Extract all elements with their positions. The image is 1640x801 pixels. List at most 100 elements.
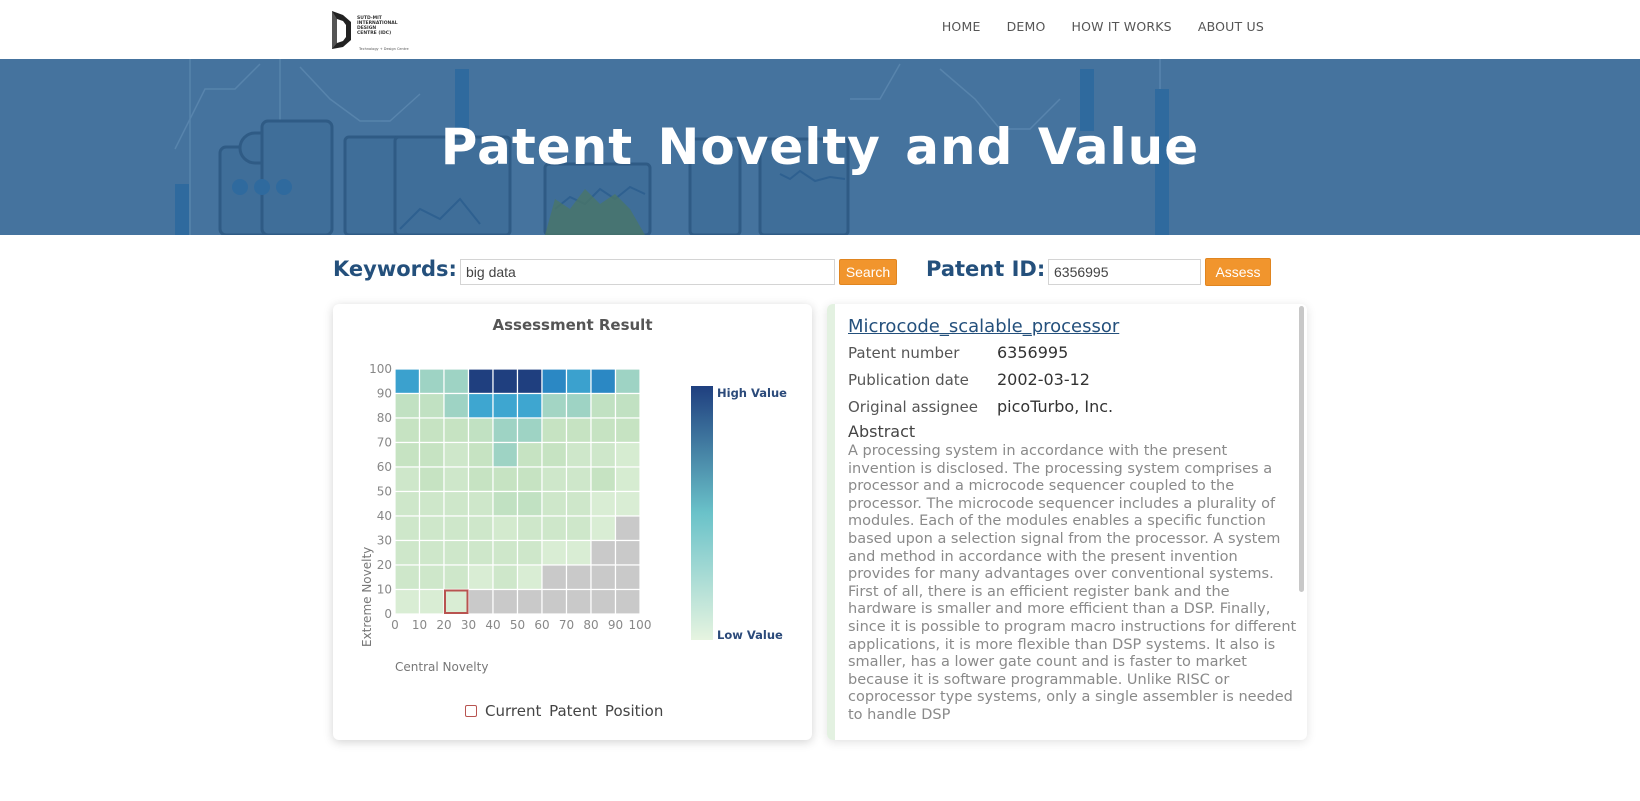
heatmap-cell xyxy=(394,588,421,615)
heatmap-cell xyxy=(443,441,470,468)
heatmap-cell xyxy=(492,466,519,493)
heatmap-cell xyxy=(590,392,617,419)
heatmap-cell xyxy=(394,564,421,591)
heatmap-cell xyxy=(516,588,543,615)
main-nav: HOME DEMO HOW IT WORKS ABOUT US xyxy=(942,19,1264,34)
colorbar-high-label: High Value xyxy=(717,386,787,400)
heatmap-cell xyxy=(418,588,445,615)
heatmap-cell xyxy=(443,466,470,493)
field-key: Publication date xyxy=(848,371,969,389)
search-button[interactable]: Search xyxy=(839,259,897,285)
heatmap-cell xyxy=(565,515,592,542)
heatmap-cell xyxy=(418,392,445,419)
y-tick-label: 90 xyxy=(377,387,392,401)
heatmap-cell xyxy=(467,490,494,517)
details-scrollbar[interactable] xyxy=(1299,306,1304,592)
heatmap-cell xyxy=(590,515,617,542)
patent-field-row: Original assignee picoTurbo, Inc. xyxy=(848,397,1298,416)
heatmap-cell xyxy=(565,466,592,493)
heatmap-cell xyxy=(418,441,445,468)
y-tick-label: 10 xyxy=(377,583,392,597)
keywords-input[interactable] xyxy=(460,259,835,285)
x-tick-label: 0 xyxy=(391,618,399,632)
y-tick-label: 70 xyxy=(377,436,392,450)
heatmap-cell xyxy=(467,392,494,419)
field-value: 6356995 xyxy=(997,343,1069,362)
heatmap-cell xyxy=(541,441,568,468)
nav-how-it-works[interactable]: HOW IT WORKS xyxy=(1072,19,1172,34)
y-tick-label: 40 xyxy=(377,509,392,523)
heatmap-cell xyxy=(614,564,641,591)
heatmap-cell xyxy=(492,490,519,517)
patent-details: Microcode_scalable_processor Patent numb… xyxy=(848,316,1298,725)
heatmap-cell xyxy=(590,490,617,517)
heatmap-cell xyxy=(443,392,470,419)
x-tick-label: 30 xyxy=(461,618,476,632)
heatmap-cell xyxy=(541,515,568,542)
logo-tagline: Technology + Design Centre xyxy=(359,47,409,51)
x-tick-label: 60 xyxy=(534,618,549,632)
heatmap-cell xyxy=(467,564,494,591)
heatmap-cell xyxy=(467,466,494,493)
current-patent-marker-icon xyxy=(465,705,477,717)
heatmap-cell xyxy=(516,441,543,468)
x-tick-label: 70 xyxy=(559,618,574,632)
heatmap-cell xyxy=(590,539,617,566)
heatmap-cell xyxy=(443,368,470,395)
field-value: 2002-03-12 xyxy=(997,370,1090,389)
y-tick-label: 80 xyxy=(377,411,392,425)
logo[interactable]: SUTD-MIT INTERNATIONAL DESIGN CENTRE (ID… xyxy=(331,8,411,54)
logo-line: CENTRE (IDC) xyxy=(357,31,392,36)
heatmap-cell xyxy=(418,564,445,591)
heatmap-cell xyxy=(565,539,592,566)
heatmap-cell xyxy=(443,539,470,566)
heatmap-cell xyxy=(492,441,519,468)
heatmap-cell xyxy=(541,564,568,591)
patent-id-input[interactable] xyxy=(1048,259,1201,285)
heatmap-cell xyxy=(492,564,519,591)
patent-title-link[interactable]: Microcode_scalable_processor xyxy=(848,316,1298,337)
heatmap-cell xyxy=(492,417,519,444)
field-value: picoTurbo, Inc. xyxy=(997,397,1114,416)
patent-field-row: Publication date 2002-03-12 xyxy=(848,370,1298,389)
current-patent-legend-label: Current Patent Position xyxy=(485,702,664,720)
field-key: Patent number xyxy=(848,344,960,362)
heatmap-cell xyxy=(590,368,617,395)
heatmap-cell xyxy=(541,539,568,566)
heatmap-cell xyxy=(418,539,445,566)
heatmap-cell xyxy=(541,466,568,493)
nav-demo[interactable]: DEMO xyxy=(1007,19,1046,34)
heatmap-cell xyxy=(443,417,470,444)
heatmap-cell xyxy=(614,441,641,468)
heatmap-cell xyxy=(492,539,519,566)
heatmap-cell xyxy=(590,441,617,468)
heatmap-cell xyxy=(614,539,641,566)
heatmap-cell xyxy=(516,466,543,493)
heatmap-cell xyxy=(541,368,568,395)
y-tick-label: 30 xyxy=(377,534,392,548)
heatmap-cell xyxy=(614,490,641,517)
heatmap-cell xyxy=(467,588,494,615)
heatmap-cell xyxy=(492,392,519,419)
colorbar-low-label: Low Value xyxy=(717,628,783,642)
assess-button[interactable]: Assess xyxy=(1205,258,1271,286)
heatmap-cell xyxy=(516,368,543,395)
heatmap-cell xyxy=(394,515,421,542)
heatmap-cell xyxy=(516,490,543,517)
heatmap-cell xyxy=(492,588,519,615)
y-tick-label: 20 xyxy=(377,558,392,572)
heatmap-cell xyxy=(418,490,445,517)
y-tick-label: 100 xyxy=(369,362,392,376)
heatmap-cell xyxy=(467,417,494,444)
x-tick-label: 80 xyxy=(583,618,598,632)
heatmap-cell xyxy=(565,392,592,419)
heatmap-cell xyxy=(614,417,641,444)
heatmap-cell xyxy=(541,392,568,419)
nav-home[interactable]: HOME xyxy=(942,19,981,34)
nav-about-us[interactable]: ABOUT US xyxy=(1198,19,1264,34)
heatmap-cell xyxy=(565,368,592,395)
x-tick-label: 90 xyxy=(608,618,623,632)
heatmap-cell xyxy=(590,466,617,493)
novelty-heatmap: 0102030405060708090100 0 10 20 30 40 50 60 70 80… xyxy=(360,362,787,674)
heatmap-cell xyxy=(590,588,617,615)
